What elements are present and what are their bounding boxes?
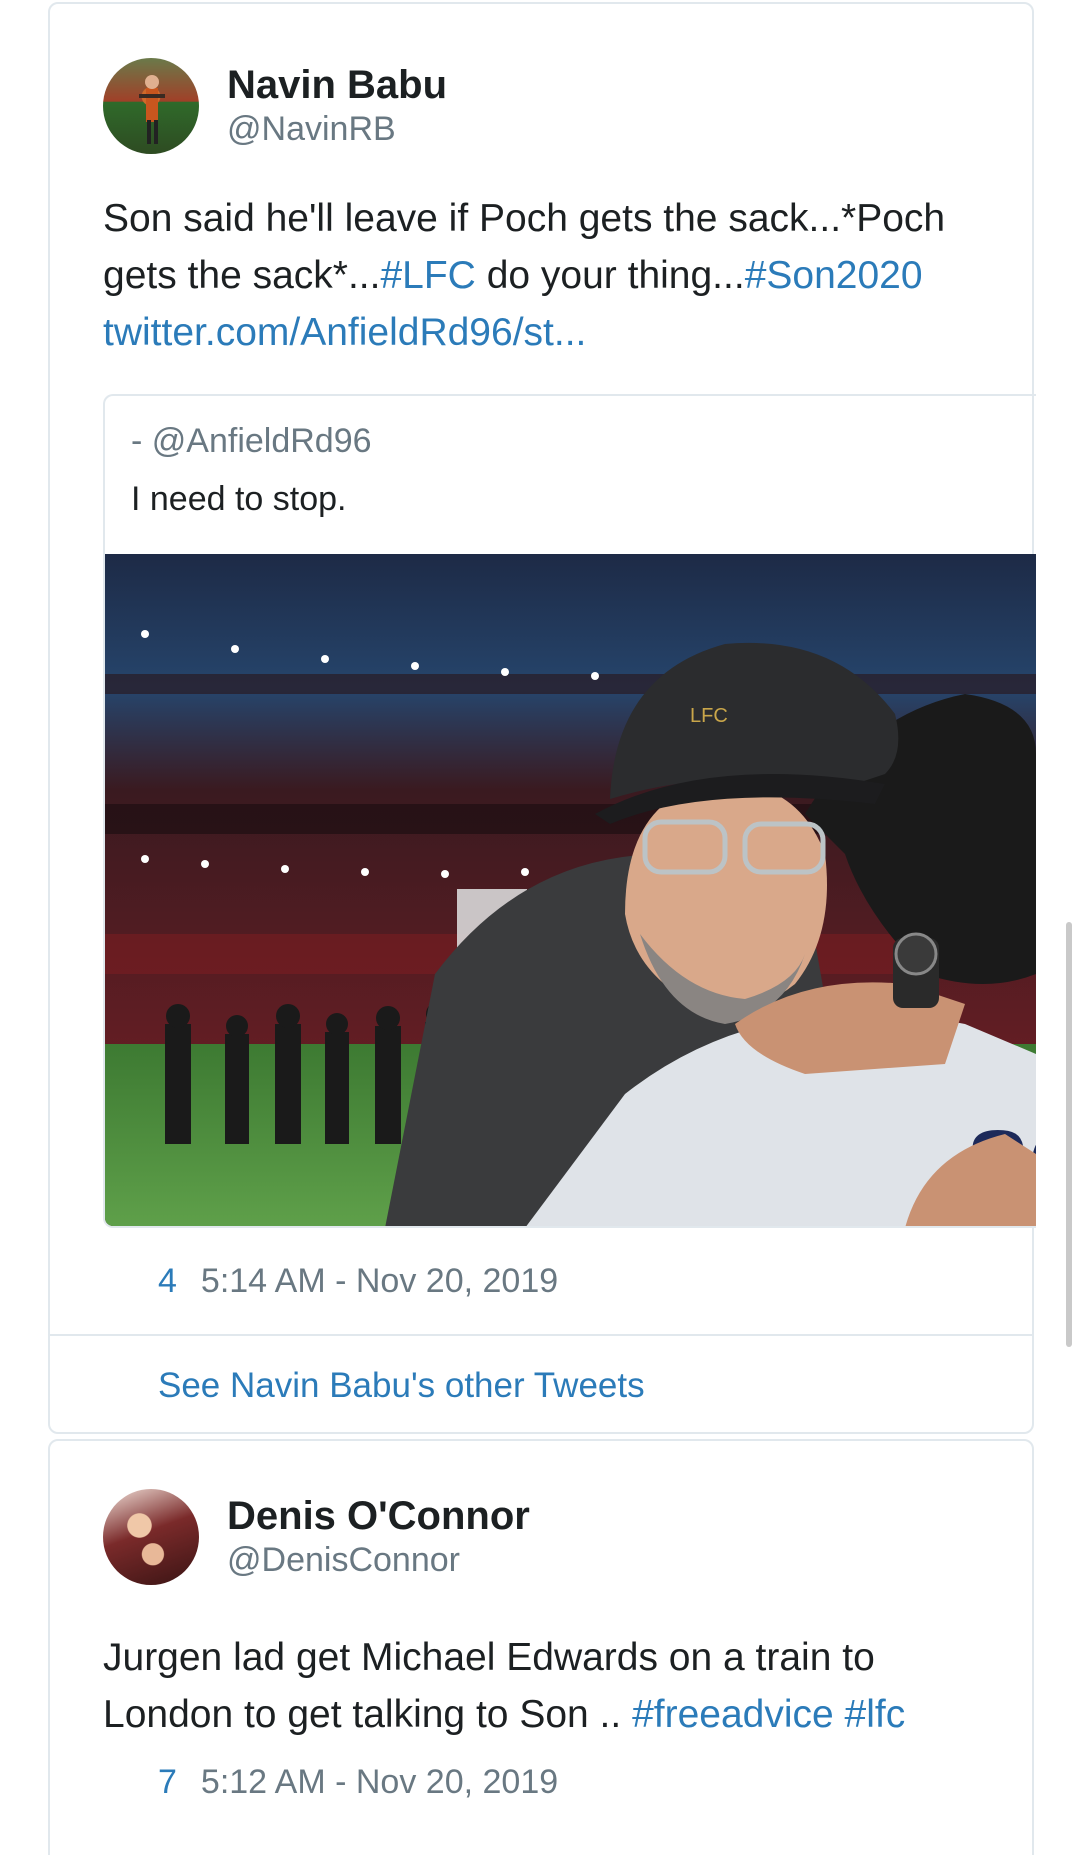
tweet-meta: 4 5:14 AM - Nov 20, 2019 bbox=[158, 1262, 558, 1301]
timestamp[interactable]: 5:12 AM - Nov 20, 2019 bbox=[201, 1763, 558, 1802]
hashtag-link[interactable]: #lfc bbox=[845, 1693, 906, 1736]
text-segment: do your thing... bbox=[475, 254, 745, 297]
avatar[interactable] bbox=[103, 1489, 199, 1585]
hashtag-link[interactable]: #Son2020 bbox=[745, 254, 923, 297]
cap-badge: LFC bbox=[690, 705, 728, 727]
avatar[interactable] bbox=[103, 58, 199, 154]
like-count[interactable]: 4 bbox=[158, 1262, 177, 1301]
display-name[interactable]: Navin Babu bbox=[227, 62, 447, 108]
tweet-card[interactable]: Navin Babu @NavinRB Son said he'll leave… bbox=[48, 2, 1036, 1434]
tweet-meta: 7 5:12 AM - Nov 20, 2019 bbox=[158, 1763, 558, 1802]
hashtag-link[interactable]: #LFC bbox=[380, 254, 475, 297]
user-handle[interactable]: @NavinRB bbox=[227, 108, 447, 150]
tweet-feed: Navin Babu @NavinRB Son said he'll leave… bbox=[0, 0, 1080, 1855]
text-segment bbox=[834, 1693, 845, 1736]
quoted-photo[interactable]: SO LFC bbox=[105, 554, 1036, 1226]
like-count[interactable]: 7 bbox=[158, 1763, 177, 1802]
see-other-tweets-link[interactable]: See Navin Babu's other Tweets bbox=[158, 1366, 645, 1406]
tweet-author[interactable]: Denis O'Connor @DenisConnor bbox=[103, 1489, 530, 1585]
quoted-tweet[interactable]: - @AnfieldRd96 I need to stop. LFC bbox=[103, 394, 1036, 1228]
user-handle[interactable]: @DenisConnor bbox=[227, 1539, 530, 1581]
hashtag-link[interactable]: #freeadvice bbox=[632, 1693, 834, 1736]
timestamp[interactable]: 5:14 AM - Nov 20, 2019 bbox=[201, 1262, 558, 1301]
scrollbar[interactable] bbox=[1066, 922, 1072, 1347]
tweet-text: Son said he'll leave if Poch gets the sa… bbox=[103, 190, 1003, 361]
avatar-person-icon bbox=[139, 75, 165, 144]
tweet-card[interactable]: Denis O'Connor @DenisConnor Jurgen lad g… bbox=[48, 1439, 1034, 1855]
tweet-author[interactable]: Navin Babu @NavinRB bbox=[103, 58, 447, 154]
display-name[interactable]: Denis O'Connor bbox=[227, 1493, 530, 1539]
url-link[interactable]: twitter.com/AnfieldRd96/st... bbox=[103, 311, 586, 354]
divider bbox=[50, 1334, 1032, 1336]
stadium-hug-photo: SO LFC bbox=[105, 554, 1036, 1226]
quoted-author[interactable]: - @AnfieldRd96 bbox=[131, 422, 372, 461]
tweet-text: Jurgen lad get Michael Edwards on a trai… bbox=[103, 1629, 1003, 1743]
quoted-text: I need to stop. bbox=[131, 480, 347, 518]
